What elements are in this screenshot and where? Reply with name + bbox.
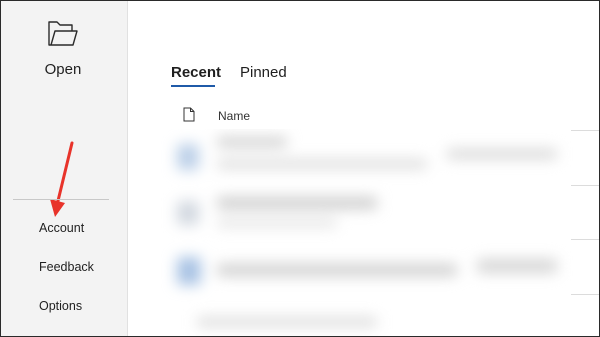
sidebar-item-options[interactable]: Options [39, 299, 82, 313]
document-icon [183, 107, 195, 122]
row-divider [571, 130, 599, 131]
open-label: Open [44, 61, 82, 78]
row-divider [571, 294, 599, 295]
tab-pinned[interactable]: Pinned [240, 64, 287, 81]
sidebar-divider [13, 199, 109, 200]
tab-recent[interactable]: Recent [171, 64, 221, 81]
column-header-name[interactable]: Name [218, 109, 250, 123]
open-button[interactable]: Open [15, 13, 111, 85]
sidebar-item-account[interactable]: Account [39, 221, 84, 235]
backstage-sidebar: Open Account Feedback Options [1, 1, 128, 336]
row-divider [571, 185, 599, 186]
backstage-window: Open Account Feedback Options Recent Pin… [0, 0, 600, 337]
row-divider [571, 239, 599, 240]
red-arrow-annotation [50, 141, 74, 217]
folder-open-icon [48, 21, 78, 46]
active-tab-indicator [171, 85, 215, 87]
sidebar-item-feedback[interactable]: Feedback [39, 260, 94, 274]
main-content: Recent Pinned Name [129, 1, 599, 336]
recent-files-list-blurred [157, 129, 599, 336]
blurred-content [157, 129, 599, 336]
